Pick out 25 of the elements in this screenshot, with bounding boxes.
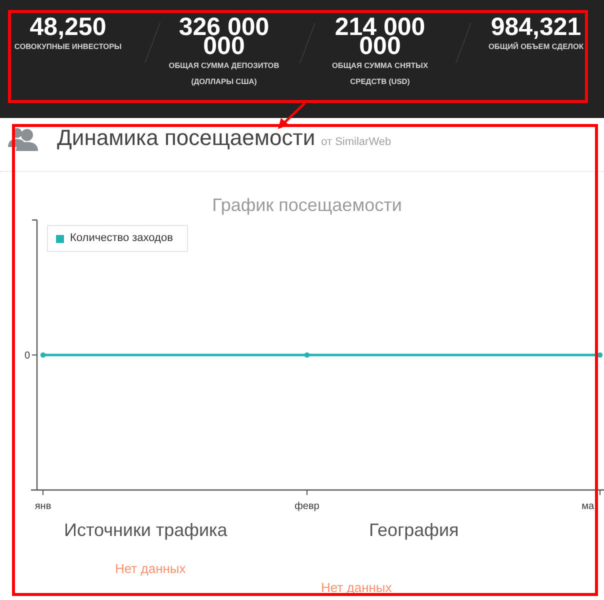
empty-state-message: Нет данных: [321, 579, 392, 597]
x-tick-label: ма: [582, 501, 594, 512]
people-icon: [8, 127, 38, 151]
panel-title: Источники трафика: [64, 519, 228, 542]
x-tick-label: февр: [294, 501, 320, 512]
legend-swatch-icon: [56, 234, 64, 242]
y-tick: [32, 354, 38, 356]
legend-label: Количество заходов: [70, 231, 173, 246]
stat-value: 214 000 000: [334, 14, 426, 56]
stat-value: 326 000 000: [178, 14, 270, 56]
data-point: [40, 352, 46, 358]
section-title: Динамика посещаемости: [57, 124, 316, 152]
x-tick: [306, 490, 308, 496]
y-tick-label: 0: [24, 350, 30, 362]
stat-value: 48,250: [30, 14, 106, 37]
empty-state-message: Нет данных: [115, 560, 186, 578]
x-tick: [42, 490, 44, 496]
panel-title: География: [369, 519, 459, 542]
data-point: [304, 352, 310, 358]
stat-value: 984,321: [490, 14, 582, 37]
annotation-arrow: [278, 102, 306, 129]
x-tick-label: янв: [34, 501, 52, 512]
source-caption: от SimilarWeb: [321, 135, 392, 150]
chart-title: График посещаемости: [211, 194, 403, 217]
data-point: [597, 352, 603, 358]
